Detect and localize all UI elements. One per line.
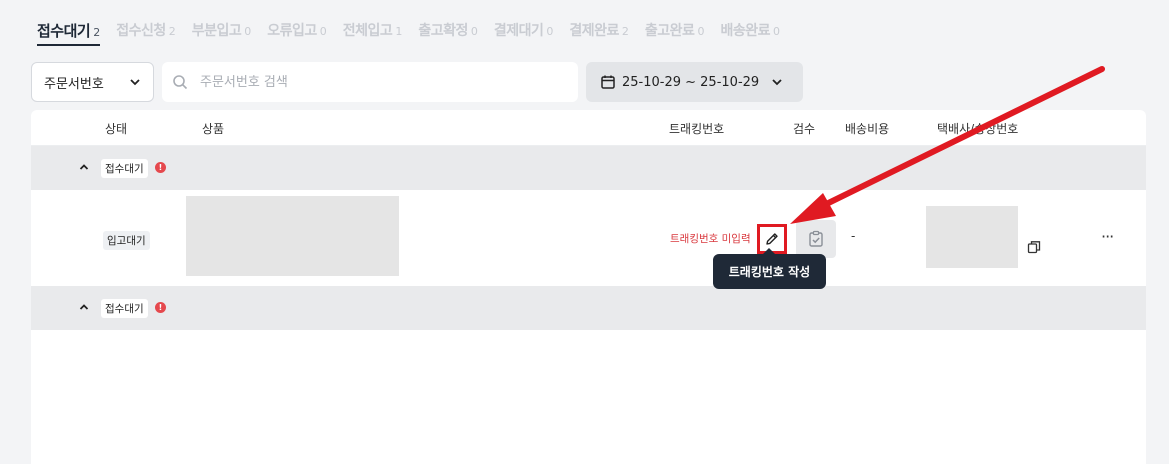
- tab-count: 0: [546, 25, 554, 38]
- tab-count: 0: [244, 25, 252, 38]
- item-status-badge: 입고대기: [103, 231, 150, 250]
- tab-label: 배송완료: [720, 23, 770, 39]
- tab-label: 접수신청: [116, 23, 166, 39]
- tab-label: 부분입고: [191, 23, 242, 39]
- tab-all-received[interactable]: 전체입고 1: [343, 20, 403, 46]
- tab-count: 0: [319, 25, 327, 38]
- date-range-picker[interactable]: 25-10-29 ~ 25-10-29: [586, 62, 803, 102]
- status-badge: 접수대기: [101, 299, 148, 318]
- tab-count: 2: [93, 26, 101, 39]
- search-box: [162, 62, 578, 102]
- tab-count: 0: [772, 25, 780, 38]
- more-options-button[interactable]: ···: [1101, 227, 1114, 246]
- tab-payment-complete[interactable]: 결제완료 2: [569, 20, 629, 46]
- header-shipping-cost: 배송비용: [845, 122, 890, 136]
- tab-count: 2: [621, 25, 629, 38]
- alert-icon: !: [155, 162, 166, 173]
- pencil-icon: [766, 233, 778, 245]
- chevron-up-icon[interactable]: [79, 162, 89, 172]
- search-type-select[interactable]: 주문서번호: [31, 62, 154, 102]
- tab-payment-pending[interactable]: 결제대기 0: [494, 20, 554, 46]
- chevron-down-icon: [130, 79, 140, 86]
- search-type-value: 주문서번호: [44, 76, 104, 92]
- header-inspection: 검수: [793, 122, 816, 136]
- tab-label: 결제대기: [493, 23, 544, 39]
- header-tracking: 트래킹번호: [669, 122, 725, 136]
- inspection-button[interactable]: [796, 220, 836, 258]
- tab-release-confirmed[interactable]: 출고확정 0: [418, 20, 478, 46]
- tab-error-received[interactable]: 오류입고 0: [267, 20, 327, 46]
- tracking-missing-text: 트래킹번호 미입력: [670, 233, 751, 245]
- tab-partial-received[interactable]: 부분입고 0: [192, 20, 252, 46]
- tab-label: 오류입고: [267, 23, 317, 39]
- alert-icon: !: [155, 302, 166, 313]
- tab-release-complete[interactable]: 출고완료 0: [645, 20, 705, 46]
- clipboard-check-icon: [809, 230, 823, 247]
- status-tabs: 접수대기 2 접수신청 2 부분입고 0 오류입고 0 전체입고 1 출고확정 …: [37, 20, 796, 46]
- courier-thumbnail: [926, 206, 1018, 268]
- tab-label: 출고확정: [418, 23, 468, 39]
- table-header: 상태 상품 트래킹번호 검수 배송비용 택배사/송장번호: [31, 110, 1146, 146]
- calendar-icon: [601, 75, 615, 89]
- date-range-value: 25-10-29 ~ 25-10-29: [622, 74, 760, 90]
- tab-count: 0: [470, 25, 478, 38]
- chevron-down-icon: [772, 79, 782, 86]
- tab-label: 전체입고: [342, 23, 393, 39]
- tab-count: 2: [168, 25, 176, 38]
- header-courier: 택배사/송장번호: [937, 122, 1019, 136]
- tooltip: 트래킹번호 작성: [713, 248, 826, 289]
- header-status: 상태: [105, 122, 128, 136]
- tab-count: 1: [395, 25, 403, 38]
- copy-icon[interactable]: [1027, 240, 1041, 254]
- header-product: 상품: [202, 122, 225, 136]
- tab-pending[interactable]: 접수대기 2: [37, 20, 101, 46]
- product-thumbnail[interactable]: [186, 196, 399, 276]
- tab-label: 접수대기: [37, 22, 91, 40]
- tab-applied[interactable]: 접수신청 2: [116, 20, 176, 46]
- tab-delivery-complete[interactable]: 배송완료 0: [720, 20, 780, 46]
- table-row: 입고대기 트래킹번호 미입력 - ···: [31, 191, 1146, 286]
- tab-label: 결제완료: [569, 23, 619, 39]
- status-badge: 접수대기: [101, 159, 148, 178]
- tab-count: 0: [697, 25, 705, 38]
- chevron-up-icon[interactable]: [79, 302, 89, 312]
- tab-label: 출고완료: [644, 23, 695, 39]
- orders-table: 상태 상품 트래킹번호 검수 배송비용 택배사/송장번호 접수대기 ! 입고대기…: [31, 110, 1146, 464]
- group-row: 접수대기 !: [31, 146, 1146, 190]
- shipping-cost-value: -: [851, 229, 856, 243]
- group-row: 접수대기 !: [31, 286, 1146, 330]
- search-input[interactable]: [200, 74, 560, 90]
- search-icon: [173, 75, 188, 90]
